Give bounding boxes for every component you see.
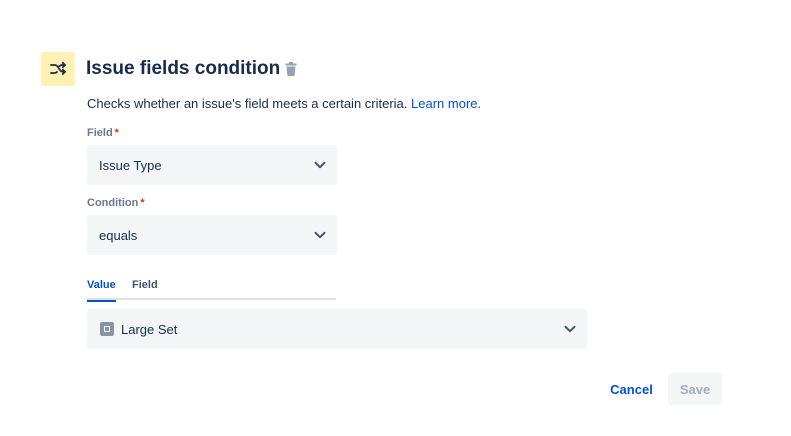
value-select-value: Large Set [121,321,178,337]
field-select-value: Issue Type [99,157,162,173]
required-mark: * [114,127,119,139]
cancel-button[interactable]: Cancel [605,373,658,405]
delete-button[interactable] [283,61,299,77]
chevron-down-icon [313,158,327,172]
chevron-down-icon [563,322,577,336]
description: Checks whether an issue's field meets a … [87,96,481,111]
learn-more-link[interactable]: Learn more. [411,96,481,111]
condition-label: Condition * [87,197,145,209]
description-text: Checks whether an issue's field meets a … [87,96,408,111]
condition-select-value: equals [99,227,138,243]
issue-type-icon [100,322,114,336]
chevron-down-icon [313,228,327,242]
tab-value[interactable]: Value [87,279,116,302]
tab-field[interactable]: Field [132,279,158,300]
condition-select[interactable]: equals [87,215,337,255]
field-label: Field * [87,127,119,139]
shuffle-icon [50,61,66,75]
value-select[interactable]: Large Set [87,309,587,349]
trash-icon [285,62,297,76]
required-mark: * [140,197,145,209]
field-select[interactable]: Issue Type [87,145,337,185]
page-title: Issue fields condition [86,58,281,79]
value-field-tabs: Value Field [87,276,336,302]
save-button[interactable]: Save [668,373,722,405]
rule-component-icon [41,52,75,86]
